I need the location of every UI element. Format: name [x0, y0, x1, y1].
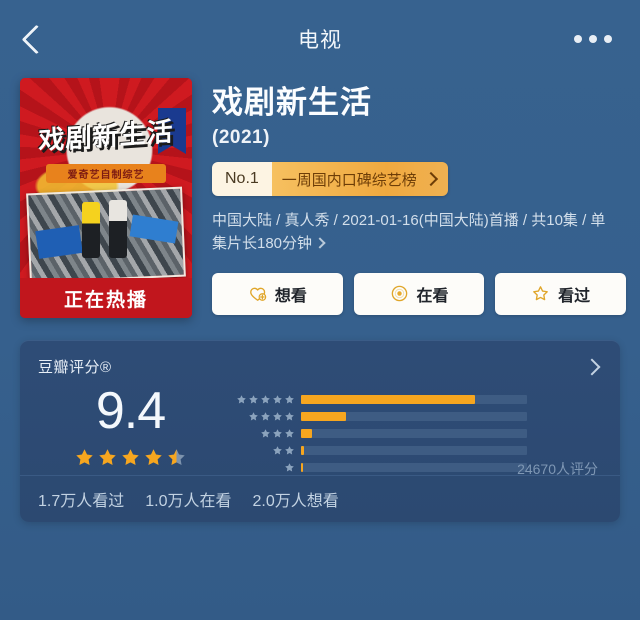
- histogram-star-glyph: [261, 429, 270, 438]
- rating-card-title: 豆瓣评分®: [38, 359, 112, 376]
- poster-figure-2: [109, 200, 128, 258]
- histogram-track-2-star: [301, 446, 527, 455]
- rating-star-filled: [145, 449, 162, 466]
- histogram-row-3-star: [223, 427, 602, 440]
- hero-section: 戏剧新生活 爱奇艺自制综艺 正在热播 戏剧新生活 (2021) No.1 一周国…: [0, 78, 640, 318]
- poster-subtitle: 爱奇艺自制综艺: [46, 164, 166, 183]
- poster-now-airing-badge: 正在热播: [20, 278, 192, 318]
- app-header: 电视: [0, 0, 640, 78]
- histogram-row-2-star: [223, 444, 602, 457]
- watched-label: 看过: [558, 287, 591, 305]
- show-title: 戏剧新生活: [212, 85, 372, 120]
- histogram-star-glyph: [273, 412, 282, 421]
- histogram-star-label-5: [223, 394, 301, 405]
- histogram-star-glyph: [273, 395, 282, 404]
- histogram-star-label-1: [223, 462, 301, 473]
- rating-stars: [38, 447, 223, 468]
- rating-score: 9.4: [95, 382, 166, 440]
- histogram-star-glyph: [285, 395, 294, 404]
- watched-button[interactable]: 看过: [495, 272, 627, 315]
- histogram-track-3-star: [301, 429, 527, 438]
- show-meta-text: 中国大陆 / 真人秀 / 2021-01-16(中国大陆)首播 / 共10集 /…: [212, 212, 606, 253]
- watching-label: 在看: [416, 287, 449, 305]
- histogram-bar-1-star: [301, 463, 303, 472]
- histogram-star-glyph: [249, 395, 258, 404]
- rating-star-filled: [122, 449, 139, 466]
- more-horizontal-icon-dot-2: [589, 35, 597, 43]
- rating-votes-count: 24670人评分: [517, 461, 598, 477]
- histogram-bar-5-star: [301, 395, 476, 404]
- histogram-bar-3-star: [301, 429, 313, 438]
- rating-star-half: [168, 449, 185, 466]
- histogram-bar-4-star: [301, 412, 347, 421]
- histogram-row-4-star: [223, 410, 602, 423]
- histogram-star-label-3: [223, 428, 301, 439]
- rank-list-label: 一周国内口碑综艺榜: [281, 171, 417, 189]
- page-title: 电视: [298, 29, 342, 52]
- chevron-right-icon[interactable]: [583, 358, 601, 375]
- star-outline-icon: [533, 286, 549, 301]
- rating-star-filled: [99, 449, 116, 466]
- score-block: 9.4: [38, 383, 223, 468]
- histogram-row-5-star: [223, 393, 602, 406]
- poster-figure-1: [81, 202, 100, 258]
- action-buttons: 想看 在看 看过: [212, 272, 627, 315]
- chevron-right-icon: [423, 172, 438, 187]
- card-divider: [20, 475, 620, 476]
- rank-list-link[interactable]: 一周国内口碑综艺榜: [271, 162, 448, 197]
- histogram-track-5-star: [301, 395, 527, 404]
- more-options-button[interactable]: [564, 25, 622, 53]
- back-button[interactable]: [14, 17, 58, 61]
- heart-plus-icon: [249, 287, 267, 301]
- detail-info: 戏剧新生活 (2021) No.1 一周国内口碑综艺榜 中国大陆 / 真人秀 /…: [192, 78, 627, 318]
- want-to-watch-label: 想看: [274, 287, 307, 305]
- histogram-track-1-star: [301, 463, 527, 472]
- rating-card[interactable]: 豆瓣评分® 9.4 24670人评分 1.7万人看过 1.0万人在看 2.0万人想看: [20, 340, 620, 522]
- watch-stats: 1.7万人看过 1.0万人在看 2.0万人想看: [38, 487, 339, 511]
- histogram-star-glyph: [249, 412, 258, 421]
- watching-button[interactable]: 在看: [353, 272, 485, 315]
- watch-stat-1[interactable]: 1.0万人在看: [145, 487, 231, 511]
- histogram-track-4-star: [301, 412, 527, 421]
- histogram-star-glyph: [285, 446, 294, 455]
- rating-card-header: 豆瓣评分®: [38, 356, 602, 377]
- circle-dot-icon: [391, 285, 407, 302]
- rank-number: No.1: [212, 162, 272, 197]
- more-horizontal-icon-dot-1: [574, 35, 582, 43]
- watch-stat-0[interactable]: 1.7万人看过: [38, 487, 124, 511]
- histogram-star-label-4: [223, 411, 301, 422]
- rating-star-filled: [76, 449, 93, 466]
- rank-badge[interactable]: No.1 一周国内口碑综艺榜: [212, 162, 448, 197]
- tv-detail-screen: 电视 戏剧新生活 爱奇艺自制综艺 正在热播 戏剧新生活 (2021) No.1: [0, 0, 640, 620]
- histogram-star-glyph: [285, 429, 294, 438]
- histogram-star-glyph: [261, 412, 270, 421]
- want-to-watch-button[interactable]: 想看: [212, 272, 343, 315]
- histogram-star-glyph: [273, 429, 282, 438]
- histogram-star-glyph: [285, 463, 294, 472]
- histogram-star-label-2: [223, 445, 301, 456]
- histogram-star-glyph: [261, 395, 270, 404]
- show-year: (2021): [212, 127, 270, 149]
- histogram-bar-2-star: [301, 446, 304, 455]
- histogram-star-glyph: [273, 446, 282, 455]
- chevron-left-icon: [21, 24, 51, 54]
- histogram-star-glyph: [237, 395, 246, 404]
- show-meta[interactable]: 中国大陆 / 真人秀 / 2021-01-16(中国大陆)首播 / 共10集 /…: [212, 209, 612, 256]
- histogram-star-glyph: [285, 412, 294, 421]
- chevron-right-icon: [314, 237, 326, 250]
- watch-stat-2[interactable]: 2.0万人想看: [253, 487, 339, 511]
- more-horizontal-icon-dot-3: [604, 35, 612, 43]
- poster-image[interactable]: 戏剧新生活 爱奇艺自制综艺 正在热播: [20, 78, 192, 318]
